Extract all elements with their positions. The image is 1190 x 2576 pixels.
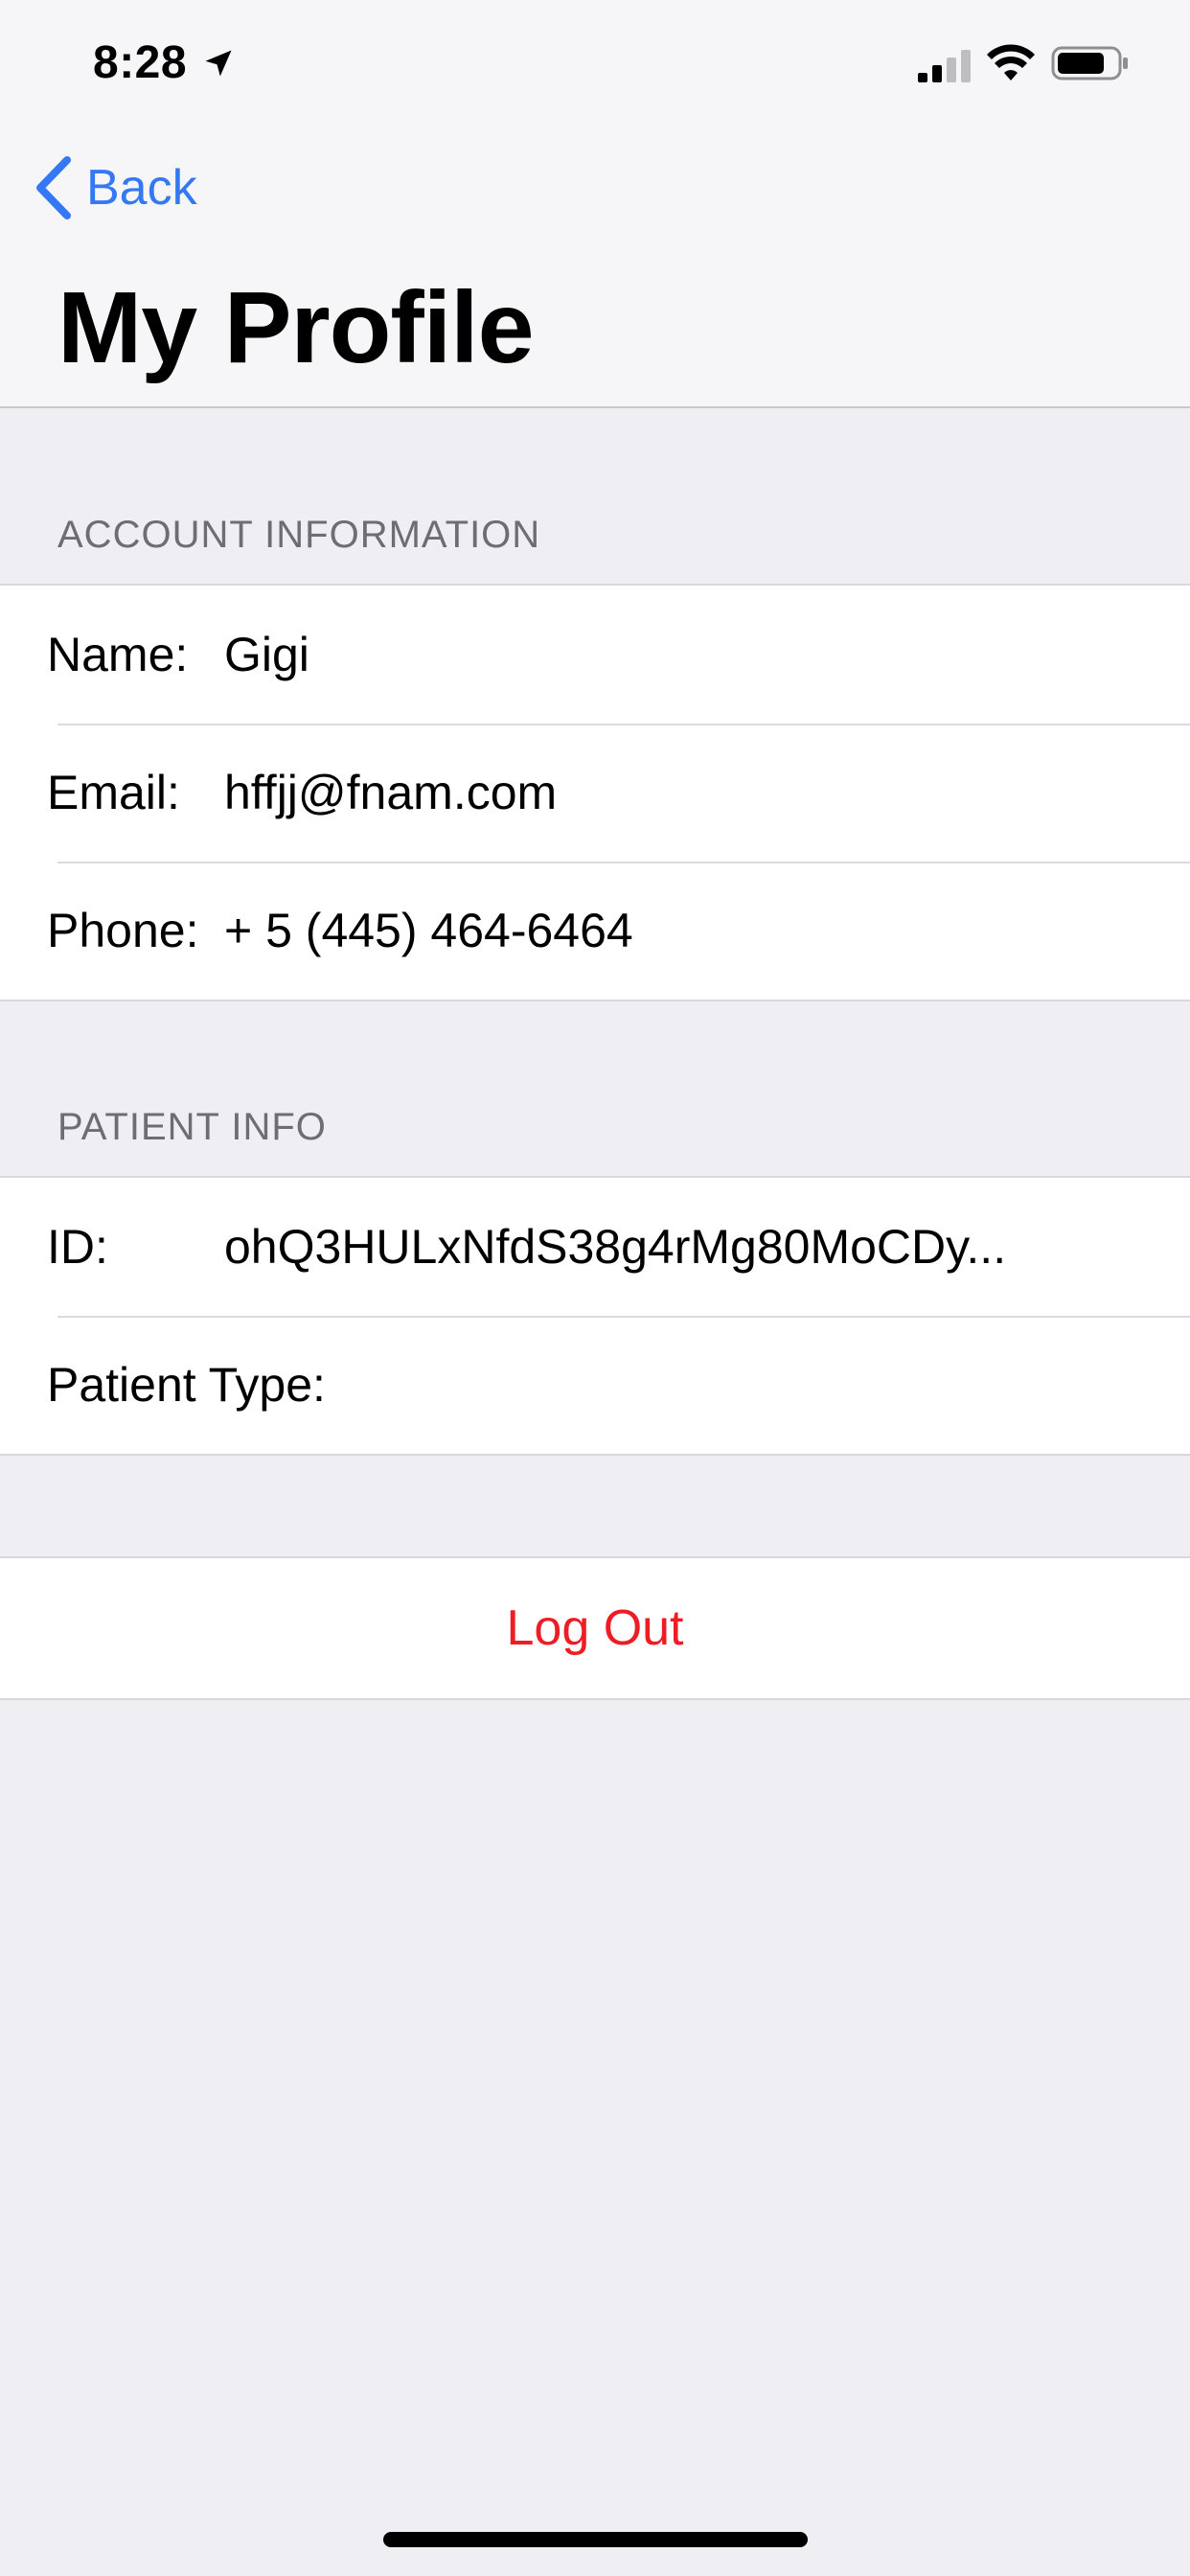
name-label: Name: [47, 628, 189, 681]
account-info-group: Name: Gigi Email: hffjj@fnam.com Phone: … [0, 584, 1190, 1001]
wifi-icon [987, 44, 1035, 80]
page-title: My Profile [57, 271, 535, 384]
profile-screen: 8:28 Back My Profile ACCOUNT INFORMATION… [0, 0, 1190, 2576]
navigation-header: 8:28 Back My Profile [0, 0, 1190, 408]
logout-button[interactable]: Log Out [0, 1556, 1190, 1700]
status-time: 8:28 [93, 37, 188, 88]
location-arrow-icon [205, 50, 232, 77]
back-button[interactable]: Back [34, 153, 197, 222]
patient-id-label: ID: [47, 1220, 108, 1274]
section-header-account: ACCOUNT INFORMATION [57, 514, 541, 556]
logout-label: Log Out [506, 1600, 684, 1656]
section-header-patient: PATIENT INFO [57, 1106, 327, 1148]
phone-label: Phone: [47, 904, 199, 957]
name-row[interactable]: Name: Gigi [0, 586, 1190, 724]
battery-icon [1051, 46, 1128, 80]
phone-value: + 5 (445) 464-6464 [224, 904, 633, 957]
patient-id-row[interactable]: ID: ohQ3HULxNfdS38g4rMg80MoCDy... [0, 1178, 1190, 1316]
chevron-left-icon [36, 156, 71, 219]
back-label: Back [86, 160, 197, 216]
email-value: hffjj@fnam.com [224, 766, 558, 819]
cellular-signal-icon [918, 50, 971, 82]
email-label: Email: [47, 766, 180, 819]
phone-row[interactable]: Phone: + 5 (445) 464-6464 [0, 862, 1190, 1000]
email-row[interactable]: Email: hffjj@fnam.com [0, 724, 1190, 862]
patient-type-label: Patient Type: [47, 1358, 326, 1412]
patient-type-row[interactable]: Patient Type: [0, 1316, 1190, 1454]
home-indicator[interactable] [383, 2532, 808, 2547]
patient-info-group: ID: ohQ3HULxNfdS38g4rMg80MoCDy... Patien… [0, 1176, 1190, 1456]
patient-id-value: ohQ3HULxNfdS38g4rMg80MoCDy... [224, 1220, 1007, 1274]
name-value: Gigi [224, 628, 309, 681]
